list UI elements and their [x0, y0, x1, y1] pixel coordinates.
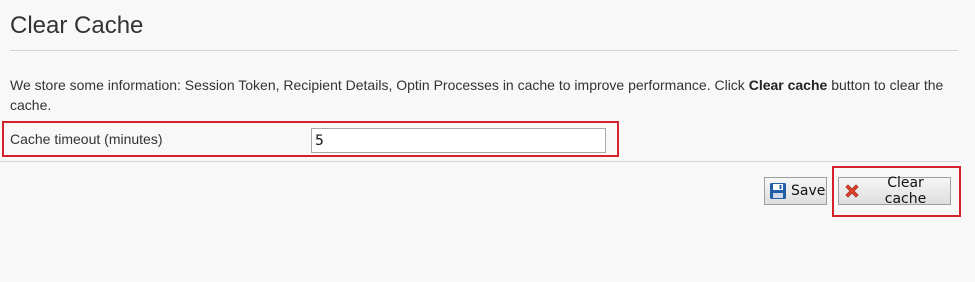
cache-timeout-input[interactable]	[311, 128, 606, 153]
clear-cache-button[interactable]: Clear cache	[838, 175, 951, 207]
save-button-label: Save	[791, 183, 826, 199]
cache-timeout-label: Cache timeout (minutes)	[10, 131, 163, 147]
description-text-start: We store some information: Session Token…	[10, 77, 749, 93]
form-divider	[0, 161, 960, 162]
page-description: We store some information: Session Token…	[10, 75, 960, 115]
clear-cache-page: Clear Cache We store some information: S…	[0, 0, 975, 282]
save-button[interactable]: Save	[764, 177, 827, 205]
floppy-disk-icon	[769, 182, 787, 200]
description-bold-text: Clear cache	[748, 77, 828, 93]
title-divider	[10, 50, 958, 51]
red-x-icon	[843, 182, 861, 200]
page-title: Clear Cache	[10, 12, 144, 39]
clear-cache-button-label: Clear cache	[884, 175, 927, 207]
